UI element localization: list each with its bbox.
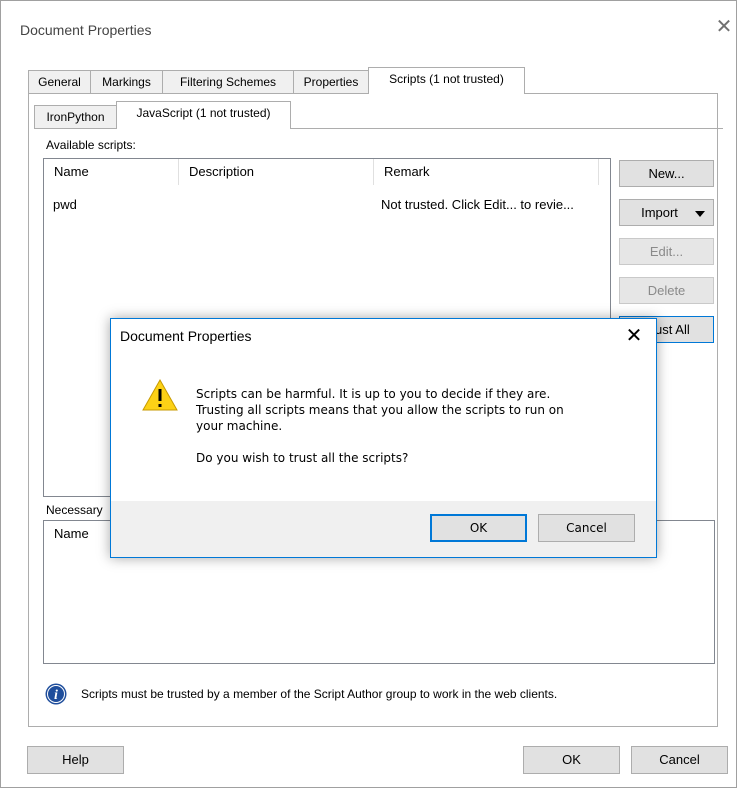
warning-icon — [142, 379, 178, 411]
trust-confirm-dialog: Document Properties ✕ Scripts can be har… — [110, 318, 657, 558]
tab-properties[interactable]: Properties — [293, 70, 369, 93]
tab-scripts[interactable]: Scripts (1 not trusted) — [368, 67, 525, 94]
cancel-button[interactable]: Cancel — [631, 746, 728, 774]
dialog-message-line-2: Trusting all scripts means that you allo… — [196, 403, 564, 417]
edit-button[interactable]: Edit... — [619, 238, 714, 265]
tab-general[interactable]: General — [28, 70, 91, 93]
subtab-ironpython[interactable]: IronPython — [34, 105, 117, 128]
dialog-title: Document Properties — [120, 328, 252, 344]
window-title: Document Properties — [20, 22, 152, 38]
help-button[interactable]: Help — [27, 746, 124, 774]
dialog-question: Do you wish to trust all the scripts? — [196, 451, 409, 465]
new-button[interactable]: New... — [619, 160, 714, 187]
window-close-icon[interactable]: ✕ — [714, 17, 734, 37]
table-row[interactable]: pwd Not trusted. Click Edit... to revie.… — [44, 197, 604, 215]
info-icon: i — [45, 683, 67, 705]
column-header-name[interactable]: Name — [44, 159, 179, 185]
import-button-label: Import — [641, 205, 678, 220]
tab-markings[interactable]: Markings — [90, 70, 163, 93]
info-text: Scripts must be trusted by a member of t… — [81, 687, 558, 701]
necessary-label: Necessary — [46, 503, 103, 517]
svg-text:i: i — [54, 688, 58, 703]
delete-button[interactable]: Delete — [619, 277, 714, 304]
dialog-message-line-1: Scripts can be harmful. It is up to you … — [196, 387, 551, 401]
dialog-message-line-3: your machine. — [196, 419, 283, 433]
dropdown-arrow-icon — [695, 211, 705, 217]
script-name-cell: pwd — [53, 197, 77, 212]
ok-button[interactable]: OK — [523, 746, 620, 774]
dialog-ok-button[interactable]: OK — [430, 514, 527, 542]
tab-filtering-schemes[interactable]: Filtering Schemes — [162, 70, 294, 93]
dialog-cancel-button[interactable]: Cancel — [538, 514, 635, 542]
script-remark-cell: Not trusted. Click Edit... to revie... — [381, 197, 574, 212]
import-button[interactable]: Import — [619, 199, 714, 226]
dialog-close-icon[interactable]: ✕ — [621, 325, 647, 347]
available-scripts-label: Available scripts: — [46, 138, 136, 152]
subtab-javascript[interactable]: JavaScript (1 not trusted) — [116, 101, 291, 129]
column-header-remark[interactable]: Remark — [374, 159, 599, 185]
column-header-description[interactable]: Description — [179, 159, 374, 185]
